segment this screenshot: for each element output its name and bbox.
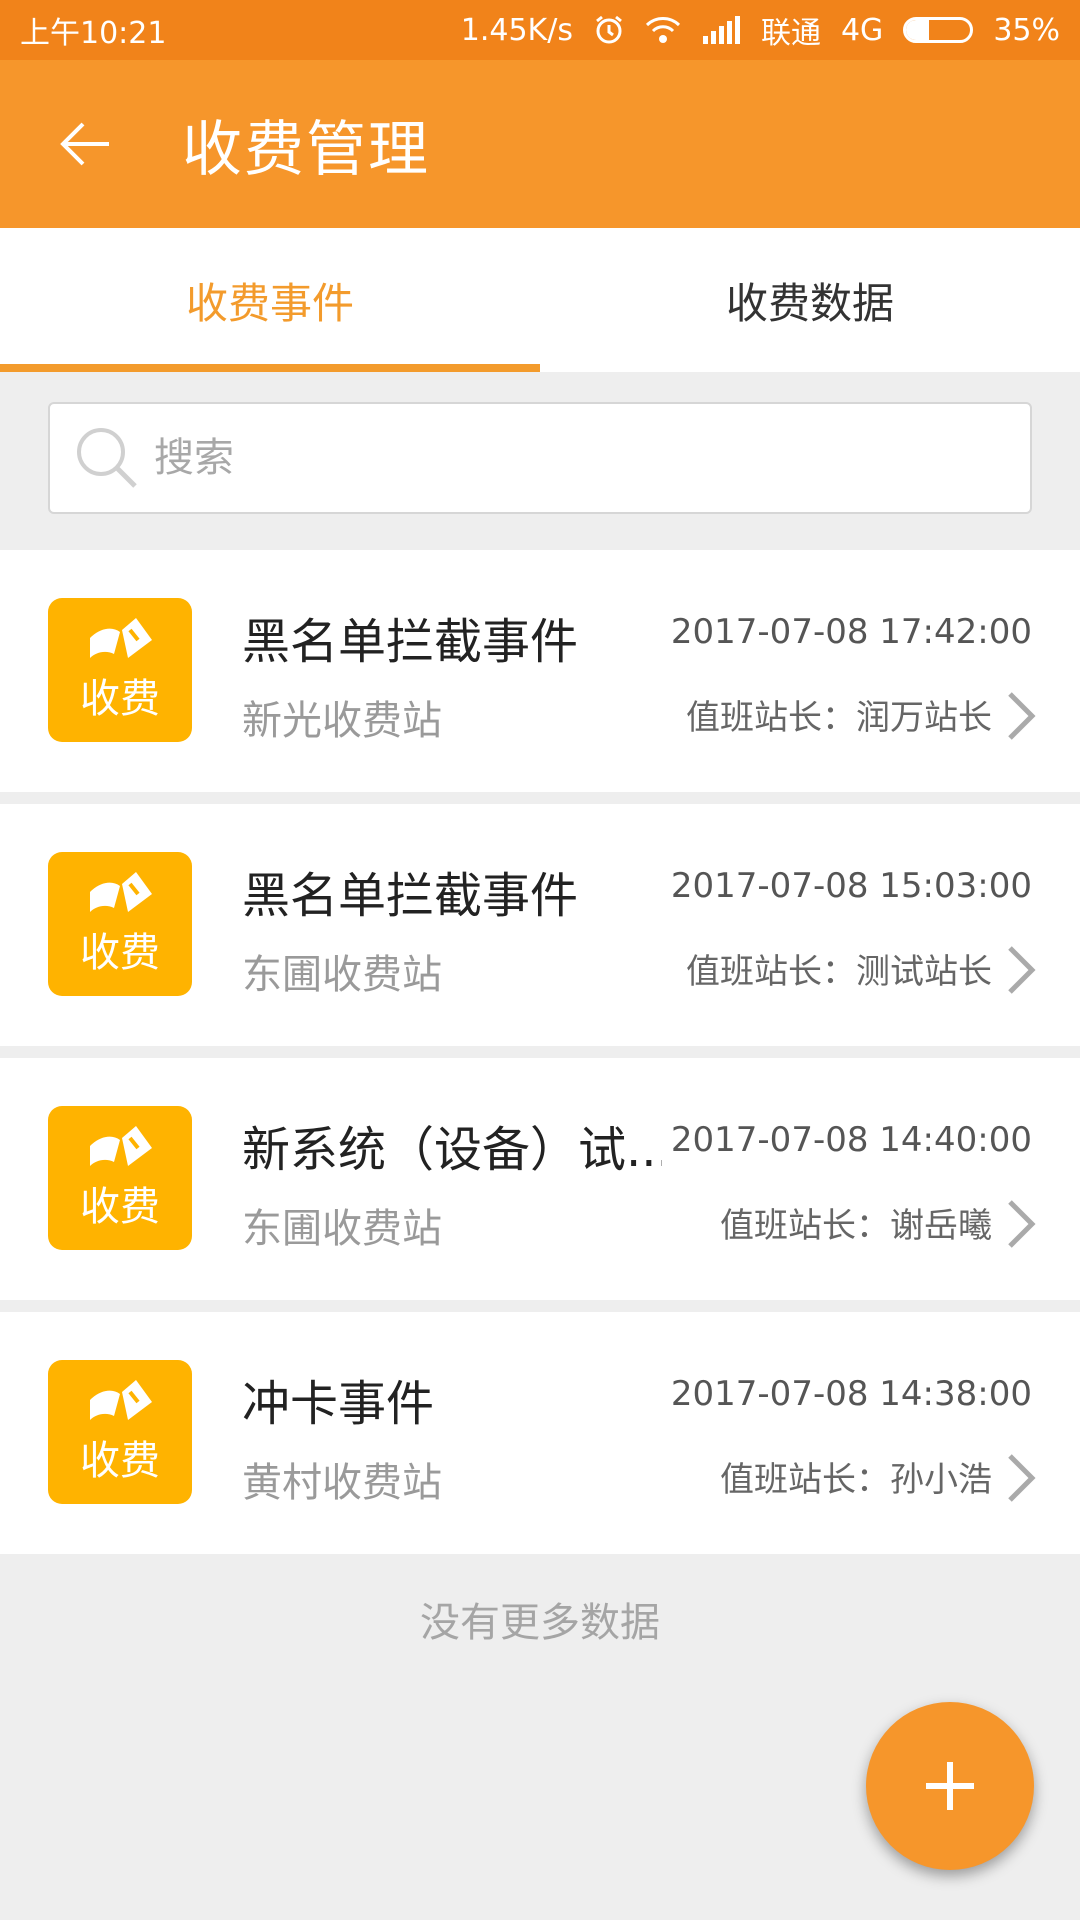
event-item[interactable]: 收费 黑名单拦截事件 东圃收费站 2017-07-08 15:03:00 值班站… [0, 804, 1080, 1046]
fee-ticket-icon [90, 618, 152, 658]
event-time: 2017-07-08 15:03:00 [670, 866, 1032, 906]
event-item[interactable]: 收费 新系统（设备）试... 东圃收费站 2017-07-08 14:40:00… [0, 1058, 1080, 1300]
wifi-icon [645, 15, 681, 45]
status-right: 1.45K/s 联通 4G 35% [461, 8, 1060, 52]
alarm-icon [593, 14, 625, 46]
event-station: 东圃收费站 [242, 1206, 442, 1252]
event-station: 东圃收费站 [242, 952, 442, 998]
network-speed: 1.45K/s [460, 12, 573, 48]
status-time: 上午10:21 [20, 16, 167, 51]
search-icon [77, 428, 137, 488]
page-title: 收费管理 [182, 114, 430, 185]
add-event-button[interactable] [866, 1702, 1034, 1870]
search-area [0, 372, 1080, 550]
event-title: 黑名单拦截事件 [242, 868, 579, 924]
event-station: 黄村收费站 [242, 1460, 442, 1506]
plus-icon [926, 1762, 974, 1810]
fee-badge: 收费 [48, 1106, 192, 1250]
badge-label: 收费 [80, 1184, 160, 1230]
event-duty-manager: 值班站长：润万站长 [686, 698, 992, 738]
app-bar: 收费管理 [0, 60, 1080, 228]
chevron-right-icon [1008, 692, 1036, 740]
battery-percent: 35% [993, 12, 1060, 48]
back-arrow-icon [60, 122, 109, 166]
fee-badge: 收费 [48, 598, 192, 742]
carrier-label: 联通 [760, 16, 821, 51]
event-title: 黑名单拦截事件 [242, 614, 579, 670]
event-time: 2017-07-08 17:42:00 [670, 612, 1032, 652]
fee-badge: 收费 [48, 1360, 192, 1504]
event-list: 收费 黑名单拦截事件 新光收费站 2017-07-08 17:42:00 值班站… [0, 550, 1080, 1566]
badge-label: 收费 [80, 1438, 160, 1484]
fee-ticket-icon [90, 872, 152, 912]
badge-label: 收费 [80, 930, 160, 976]
network-type: 4G [840, 12, 884, 48]
event-station: 新光收费站 [242, 698, 442, 744]
fee-ticket-icon [90, 1380, 152, 1420]
badge-label: 收费 [80, 676, 160, 722]
event-duty-manager: 值班站长：谢岳曦 [720, 1206, 992, 1246]
event-item[interactable]: 收费 冲卡事件 黄村收费站 2017-07-08 14:38:00 值班站长：孙… [0, 1312, 1080, 1554]
tab-fee-events[interactable]: 收费事件 [0, 228, 540, 372]
event-title: 冲卡事件 [242, 1376, 435, 1432]
event-title: 新系统（设备）试... [242, 1122, 662, 1178]
tab-fee-data[interactable]: 收费数据 [540, 228, 1080, 372]
chevron-right-icon [1008, 1454, 1036, 1502]
search-box[interactable] [48, 402, 1032, 514]
event-time: 2017-07-08 14:38:00 [670, 1374, 1032, 1414]
fee-ticket-icon [90, 1126, 152, 1166]
status-bar: 上午10:21 1.45K/s 联通 4G 35% [0, 0, 1080, 60]
search-input[interactable] [154, 435, 954, 481]
back-button[interactable] [0, 60, 170, 228]
event-duty-manager: 值班站长：测试站长 [686, 952, 992, 992]
battery-icon [903, 17, 974, 43]
signal-icon [701, 16, 741, 44]
no-more-data-label: 没有更多数据 [420, 1600, 660, 1646]
chevron-right-icon [1008, 1200, 1036, 1248]
event-time: 2017-07-08 14:40:00 [670, 1120, 1032, 1160]
tab-bar: 收费事件 收费数据 [0, 228, 1080, 372]
chevron-right-icon [1008, 946, 1036, 994]
fee-badge: 收费 [48, 852, 192, 996]
event-duty-manager: 值班站长：孙小浩 [720, 1460, 992, 1500]
event-item[interactable]: 收费 黑名单拦截事件 新光收费站 2017-07-08 17:42:00 值班站… [0, 550, 1080, 792]
